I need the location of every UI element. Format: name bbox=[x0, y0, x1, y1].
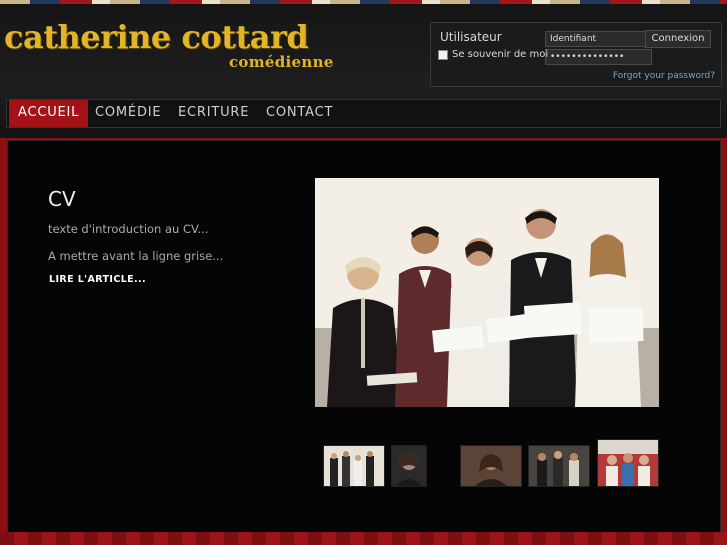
gallery-thumbnail-3[interactable] bbox=[460, 445, 522, 487]
gallery-thumbnail-4[interactable] bbox=[528, 445, 590, 487]
nav-item-ecriture[interactable]: ECRITURE bbox=[178, 100, 249, 127]
remember-me-label: Se souvenir de moi bbox=[452, 49, 549, 60]
gallery-thumbnail-2[interactable] bbox=[391, 445, 427, 487]
main-nav: ACCUEIL COMÉDIE ECRITURE CONTACT bbox=[6, 99, 721, 128]
connexion-button[interactable]: Connexion bbox=[645, 30, 711, 48]
nav-item-contact[interactable]: CONTACT bbox=[266, 100, 333, 127]
featured-photo bbox=[315, 178, 659, 407]
login-title: Utilisateur bbox=[440, 30, 502, 44]
login-box: Utilisateur Connexion Se souvenir de moi… bbox=[430, 22, 722, 87]
nav-item-accueil[interactable]: ACCUEIL bbox=[9, 100, 89, 127]
read-more-link[interactable]: LIRE L'ARTICLE... bbox=[49, 274, 146, 285]
remember-me-checkbox[interactable] bbox=[438, 49, 448, 60]
article-title: CV bbox=[48, 187, 76, 211]
gallery-thumbnail-1[interactable] bbox=[323, 445, 385, 487]
article-line-2: A mettre avant la ligne grise... bbox=[48, 249, 224, 263]
article-intro: texte d'introduction au CV... bbox=[48, 222, 209, 236]
forgot-password-link[interactable]: Forgot your password? bbox=[613, 71, 715, 81]
gallery-thumbnail-5[interactable] bbox=[597, 439, 659, 487]
bottom-decorative-strip bbox=[0, 532, 727, 545]
password-field[interactable] bbox=[545, 49, 652, 65]
site-logo-name[interactable]: catherine cottard bbox=[4, 18, 309, 56]
username-field[interactable] bbox=[545, 31, 652, 47]
group-photo-illustration bbox=[315, 178, 659, 407]
remember-me[interactable]: Se souvenir de moi bbox=[438, 49, 548, 60]
main-content: CV texte d'introduction au CV... A mettr… bbox=[7, 140, 721, 534]
nav-item-comedie[interactable]: COMÉDIE bbox=[95, 100, 161, 127]
site-logo-subtitle: comédienne bbox=[229, 53, 334, 71]
